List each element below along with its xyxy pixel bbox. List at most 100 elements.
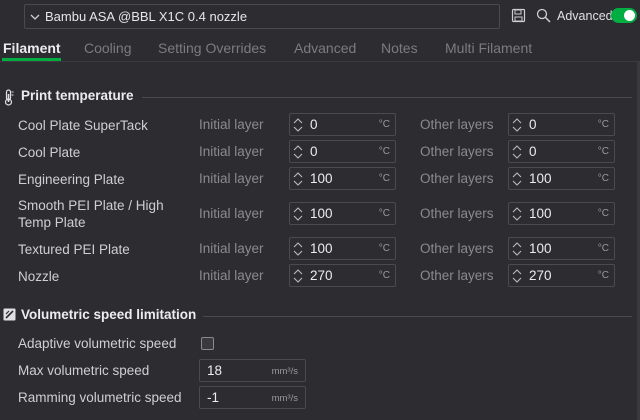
other-layers-temp-value: 100: [529, 171, 552, 186]
other-layers-temp-value: 100: [529, 241, 552, 256]
adaptive-volumetric-checkbox[interactable]: [201, 337, 214, 350]
other-layers-temp-input[interactable]: 0 °C: [508, 113, 615, 136]
initial-layer-temp-value: 0: [310, 144, 318, 159]
plate-label: Nozzle: [18, 269, 60, 284]
initial-layer-temp-input[interactable]: 100 °C: [289, 202, 396, 225]
unit-label: °C: [378, 243, 390, 254]
other-layers-label: Other layers: [420, 117, 494, 132]
other-layers-temp-input[interactable]: 270 °C: [508, 264, 615, 287]
tab-notes[interactable]: Notes: [381, 40, 418, 56]
other-layers-temp-input[interactable]: 0 °C: [508, 140, 615, 163]
section-divider: [203, 316, 632, 317]
initial-layer-temp-value: 100: [310, 206, 333, 221]
unit-label: mm³/s: [271, 393, 298, 404]
tab-filament[interactable]: Filament: [3, 40, 61, 56]
chevron-down-icon: [25, 12, 45, 22]
plate-label-line1: Smooth PEI Plate / High: [18, 198, 164, 213]
initial-layer-temp-value: 100: [310, 171, 333, 186]
initial-layer-temp-input[interactable]: 100 °C: [289, 237, 396, 260]
unit-label: °C: [378, 119, 390, 130]
unit-label: °C: [597, 173, 609, 184]
initial-layer-temp-value: 0: [310, 117, 318, 132]
initial-layer-temp-input[interactable]: 0 °C: [289, 113, 396, 136]
plate-label: Cool Plate SuperTack: [18, 118, 148, 133]
adaptive-volumetric-label: Adaptive volumetric speed: [18, 336, 177, 351]
spin-arrows-icon[interactable]: [293, 171, 303, 187]
initial-layer-temp-value: 100: [310, 241, 333, 256]
search-icon[interactable]: [536, 8, 551, 26]
max-volumetric-input[interactable]: 18 mm³/s: [199, 359, 306, 382]
advanced-toggle[interactable]: [611, 8, 637, 23]
tab-cooling[interactable]: Cooling: [84, 40, 131, 56]
initial-layer-label: Initial layer: [199, 144, 264, 159]
ramming-volumetric-input[interactable]: -1 mm³/s: [199, 386, 306, 409]
plate-label: Engineering Plate: [18, 172, 125, 187]
other-layers-temp-input[interactable]: 100 °C: [508, 237, 615, 260]
initial-layer-label: Initial layer: [199, 268, 264, 283]
save-icon[interactable]: [511, 8, 526, 26]
other-layers-temp-value: 100: [529, 206, 552, 221]
other-layers-label: Other layers: [420, 144, 494, 159]
spin-arrows-icon[interactable]: [512, 206, 522, 222]
other-layers-label: Other layers: [420, 206, 494, 221]
volumetric-speed-section: Volumetric speed limitation: [0, 306, 640, 326]
spin-arrows-icon[interactable]: [512, 117, 522, 133]
other-layers-temp-input[interactable]: 100 °C: [508, 167, 615, 190]
spin-arrows-icon[interactable]: [512, 241, 522, 257]
plate-label: Smooth PEI Plate / High Temp Plate: [18, 197, 164, 231]
other-layers-temp-input[interactable]: 100 °C: [508, 202, 615, 225]
ramming-volumetric-label: Ramming volumetric speed: [18, 390, 182, 405]
initial-layer-temp-input[interactable]: 0 °C: [289, 140, 396, 163]
initial-layer-label: Initial layer: [199, 171, 264, 186]
ramming-volumetric-value: -1: [207, 390, 220, 405]
other-layers-label: Other layers: [420, 268, 494, 283]
unit-label: mm³/s: [271, 366, 298, 377]
initial-layer-temp-input[interactable]: 100 °C: [289, 167, 396, 190]
spin-arrows-icon[interactable]: [293, 268, 303, 284]
advanced-label: Advanced: [557, 9, 613, 23]
other-layers-label: Other layers: [420, 241, 494, 256]
initial-layer-label: Initial layer: [199, 241, 264, 256]
unit-label: °C: [378, 208, 390, 219]
section-title: Print temperature: [21, 88, 134, 103]
section-divider: [142, 97, 632, 98]
unit-label: °C: [597, 119, 609, 130]
plate-label: Cool Plate: [18, 145, 81, 160]
tabs-divider: [0, 61, 640, 62]
spin-arrows-icon[interactable]: [512, 268, 522, 284]
filament-preset-dropdown[interactable]: Bambu ASA @BBL X1C 0.4 nozzle: [24, 4, 500, 29]
spin-arrows-icon[interactable]: [293, 144, 303, 160]
plate-label: Textured PEI Plate: [18, 242, 130, 257]
tab-setting-overrides[interactable]: Setting Overrides: [158, 40, 266, 56]
unit-label: °C: [378, 270, 390, 281]
other-layers-temp-value: 0: [529, 144, 537, 159]
section-title: Volumetric speed limitation: [21, 307, 197, 322]
thermometer-icon: [3, 89, 15, 109]
print-temperature-section: Print temperature: [0, 87, 640, 107]
plate-label-line2: Temp Plate: [18, 215, 86, 230]
unit-label: °C: [378, 146, 390, 157]
preset-name: Bambu ASA @BBL X1C 0.4 nozzle: [45, 9, 248, 24]
initial-layer-temp-input[interactable]: 270 °C: [289, 264, 396, 287]
initial-layer-temp-value: 270: [310, 268, 333, 283]
toggle-knob: [624, 10, 635, 21]
max-volumetric-value: 18: [207, 363, 223, 378]
unit-label: °C: [378, 173, 390, 184]
unit-label: °C: [597, 146, 609, 157]
spin-arrows-icon[interactable]: [512, 144, 522, 160]
max-volumetric-label: Max volumetric speed: [18, 363, 150, 378]
speed-limit-icon: [3, 308, 16, 324]
tab-multi-filament[interactable]: Multi Filament: [445, 40, 532, 56]
initial-layer-label: Initial layer: [199, 206, 264, 221]
unit-label: °C: [597, 243, 609, 254]
tab-advanced[interactable]: Advanced: [294, 40, 356, 56]
unit-label: °C: [597, 270, 609, 281]
spin-arrows-icon[interactable]: [512, 171, 522, 187]
initial-layer-label: Initial layer: [199, 117, 264, 132]
spin-arrows-icon[interactable]: [293, 206, 303, 222]
spin-arrows-icon[interactable]: [293, 117, 303, 133]
other-layers-temp-value: 270: [529, 268, 552, 283]
unit-label: °C: [597, 208, 609, 219]
other-layers-temp-value: 0: [529, 117, 537, 132]
spin-arrows-icon[interactable]: [293, 241, 303, 257]
